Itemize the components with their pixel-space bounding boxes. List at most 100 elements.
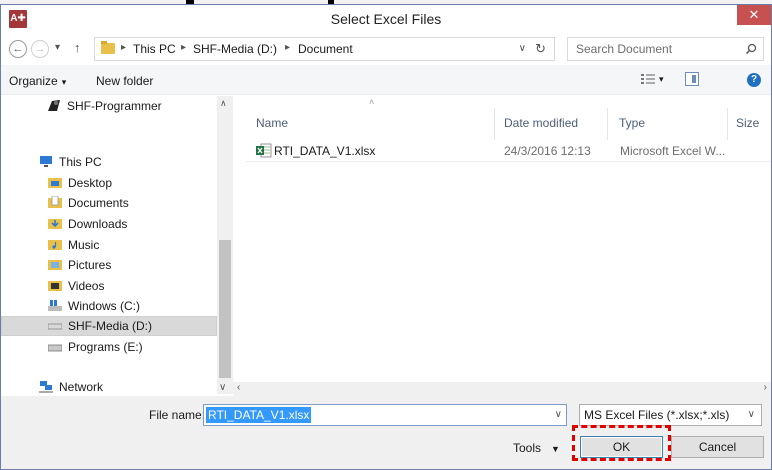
sidebar-item-this-pc[interactable]: This PC bbox=[1, 152, 217, 172]
navigation-pane-scrollbar[interactable]: ∧ bbox=[217, 96, 233, 394]
scroll-left-icon[interactable]: ‹ bbox=[237, 382, 240, 393]
file-type-cell: Microsoft Excel W... bbox=[620, 144, 726, 158]
desktop-folder-icon bbox=[48, 178, 62, 188]
address-dropdown[interactable]: ∨ bbox=[519, 43, 526, 54]
column-header-date-modified[interactable]: Date modified bbox=[504, 116, 578, 130]
view-options-dropdown[interactable]: ▾ bbox=[659, 74, 664, 85]
column-header-size[interactable]: Size bbox=[736, 116, 759, 130]
user-folder-icon bbox=[48, 100, 60, 111]
column-divider[interactable] bbox=[607, 108, 608, 140]
file-type-filter-value: MS Excel Files (*.xlsx;*.xls) bbox=[584, 408, 730, 422]
cancel-button[interactable]: Cancel bbox=[671, 436, 764, 458]
sidebar-item-desktop[interactable]: Desktop bbox=[1, 173, 217, 193]
sidebar-item-label: Music bbox=[68, 238, 100, 252]
select-excel-files-dialog: A✚ Select Excel Files ✕ ← → ▾ ↑ ▸ This P… bbox=[0, 4, 772, 470]
organize-label: Organize bbox=[9, 74, 58, 88]
file-name-history-dropdown[interactable]: ∨ bbox=[555, 409, 562, 420]
scroll-right-icon[interactable]: › bbox=[764, 382, 767, 393]
sidebar-item-videos[interactable]: Videos bbox=[1, 276, 217, 296]
refresh-icon[interactable]: ↻ bbox=[535, 41, 546, 57]
preview-pane-icon[interactable] bbox=[685, 72, 699, 86]
organize-button[interactable]: Organize ▾ bbox=[9, 74, 66, 88]
pictures-folder-icon bbox=[48, 260, 62, 270]
close-button[interactable]: ✕ bbox=[737, 5, 771, 25]
videos-folder-icon bbox=[48, 281, 62, 291]
sidebar-item-programs-e[interactable]: Programs (E:) bbox=[1, 337, 217, 357]
file-date-cell: 24/3/2016 12:13 bbox=[504, 144, 591, 158]
recent-locations-dropdown[interactable]: ▾ bbox=[55, 42, 60, 53]
sidebar-item-shf-media-d[interactable]: SHF-Media (D:) bbox=[1, 316, 217, 336]
sidebar-item-pictures[interactable]: Pictures bbox=[1, 255, 217, 275]
excel-file-icon bbox=[256, 143, 272, 158]
drive-d-icon bbox=[48, 323, 62, 330]
sort-ascending-icon: ˄ bbox=[369, 97, 375, 107]
sidebar-item-music[interactable]: Music bbox=[1, 235, 217, 255]
sidebar-item-label: SHF-Programmer bbox=[67, 99, 162, 113]
network-icon bbox=[39, 381, 53, 393]
drive-c-icon bbox=[48, 300, 62, 311]
sidebar-item-label: Downloads bbox=[68, 217, 128, 231]
tools-label: Tools bbox=[513, 441, 542, 455]
command-toolbar: Organize ▾ New folder ▾ ? bbox=[1, 65, 771, 95]
column-header-name[interactable]: Name bbox=[256, 116, 288, 130]
sidebar-item-label: Windows (C:) bbox=[68, 299, 141, 313]
help-icon[interactable]: ? bbox=[747, 73, 761, 87]
breadcrumb-separator[interactable]: ▸ bbox=[181, 42, 186, 53]
breadcrumb-this-pc[interactable]: This PC bbox=[133, 42, 176, 56]
file-type-filter-select[interactable]: MS Excel Files (*.xlsx;*.xls) ∨ bbox=[579, 404, 762, 426]
downloads-folder-icon bbox=[48, 219, 62, 229]
search-placeholder: Search Document bbox=[576, 42, 673, 56]
column-divider[interactable] bbox=[727, 108, 728, 140]
column-header-type[interactable]: Type bbox=[619, 116, 645, 130]
drive-e-icon bbox=[48, 344, 62, 352]
sidebar-item-windows-c[interactable]: Windows (C:) bbox=[1, 296, 217, 316]
new-folder-button[interactable]: New folder bbox=[96, 74, 153, 88]
forward-button[interactable]: → bbox=[31, 40, 49, 58]
sidebar-item-label: Network bbox=[59, 380, 104, 394]
chevron-down-icon: ▾ bbox=[61, 77, 67, 87]
sidebar-item-documents[interactable]: Documents bbox=[1, 193, 217, 213]
sidebar-item-downloads[interactable]: Downloads bbox=[1, 214, 217, 234]
breadcrumb-separator[interactable]: ▸ bbox=[285, 42, 290, 53]
file-list-horizontal-scrollbar[interactable]: ∨ ‹ › bbox=[219, 382, 771, 396]
up-one-level-button[interactable]: ↑ bbox=[74, 40, 81, 55]
chevron-down-icon: ▼ bbox=[551, 444, 560, 454]
sidebar-item-label: Desktop bbox=[68, 176, 113, 190]
file-name-label: File name: bbox=[149, 408, 206, 422]
sidebar-item-label: Videos bbox=[68, 279, 105, 293]
table-row[interactable]: RTI_DATA_V1.xlsx 24/3/2016 12:13 Microso… bbox=[246, 140, 771, 162]
search-input[interactable]: Search Document bbox=[567, 37, 764, 61]
title-bar: A✚ Select Excel Files ✕ bbox=[1, 5, 771, 33]
back-button[interactable]: ← bbox=[9, 40, 27, 58]
sidebar-item-shf-programmer[interactable]: SHF-Programmer bbox=[1, 96, 217, 116]
scroll-down-icon[interactable]: ∨ bbox=[219, 382, 226, 393]
address-bar[interactable]: ▸ This PC ▸ SHF-Media (D:) ▸ Document ∨ … bbox=[94, 37, 555, 61]
sidebar-item-label: Programs (E:) bbox=[68, 340, 143, 354]
column-divider[interactable] bbox=[494, 108, 495, 140]
breadcrumb-document[interactable]: Document bbox=[298, 42, 353, 56]
dialog-title: Select Excel Files bbox=[330, 11, 442, 27]
change-view-icon[interactable] bbox=[641, 73, 655, 85]
music-folder-icon bbox=[48, 240, 62, 250]
file-name-input[interactable]: RTI_DATA_V1.xlsx ∨ bbox=[203, 404, 567, 426]
ok-button-highlight-annotation bbox=[572, 425, 671, 461]
breadcrumb-shf-media[interactable]: SHF-Media (D:) bbox=[193, 42, 277, 56]
sidebar-item-label: This PC bbox=[59, 155, 102, 169]
scroll-up-icon[interactable]: ∧ bbox=[220, 98, 227, 109]
folder-icon bbox=[101, 41, 115, 54]
file-list-pane: ˄ Name Date modified Type Size RTI_DATA_… bbox=[236, 96, 771, 394]
search-icon[interactable] bbox=[745, 43, 757, 55]
scrollbar-thumb[interactable] bbox=[219, 240, 231, 378]
computer-icon bbox=[40, 156, 52, 167]
sidebar-item-label: Pictures bbox=[68, 258, 112, 272]
sidebar-item-label: SHF-Media (D:) bbox=[68, 319, 153, 333]
file-name-cell: RTI_DATA_V1.xlsx bbox=[274, 144, 376, 158]
chevron-down-icon: ∨ bbox=[747, 409, 755, 420]
breadcrumb-separator[interactable]: ▸ bbox=[121, 42, 126, 53]
sidebar-item-network[interactable]: Network bbox=[1, 377, 217, 394]
sidebar-item-label: Documents bbox=[68, 196, 129, 210]
tools-menu-button[interactable]: Tools ▼ bbox=[513, 441, 560, 455]
address-row: ← → ▾ ↑ ▸ This PC ▸ SHF-Media (D:) ▸ Doc… bbox=[1, 33, 771, 65]
documents-folder-icon bbox=[48, 196, 62, 208]
file-name-value[interactable]: RTI_DATA_V1.xlsx bbox=[206, 407, 312, 423]
